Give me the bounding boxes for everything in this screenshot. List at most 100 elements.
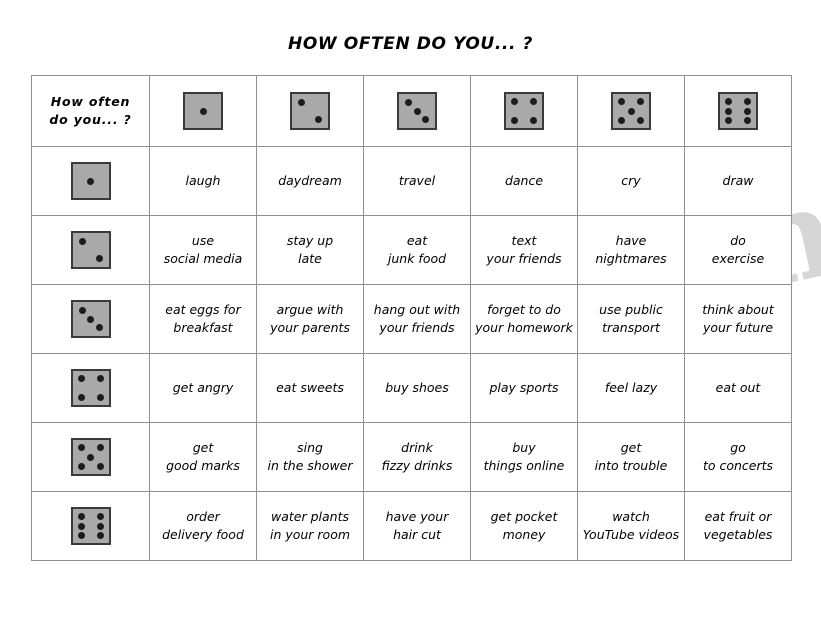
activity-cell: use public transport [577, 284, 685, 354]
activity-cell: argue with your parents [256, 284, 364, 354]
die-pip [96, 463, 104, 470]
die-pip [413, 107, 421, 115]
die-pip [96, 444, 104, 451]
activity-cell: use social media [149, 215, 257, 285]
die-pip [405, 99, 412, 106]
die-pip [298, 99, 305, 106]
die-pip [96, 522, 104, 530]
die-pip [199, 107, 207, 115]
row-die-3 [70, 300, 111, 338]
activity-cell: get good marks [149, 422, 257, 492]
table-row: eat eggs for breakfast argue with your pa… [31, 284, 792, 354]
activity-cell: stay up late [256, 215, 364, 285]
die-pip [78, 307, 86, 314]
die-pip [77, 522, 85, 530]
column-die-1 [183, 92, 223, 130]
activity-cell: sing in the shower [256, 422, 364, 492]
die-pip [530, 98, 537, 105]
activity-cell: play sports [470, 353, 578, 423]
activity-cell: feel lazy [577, 353, 685, 423]
activity-cell: buy shoes [363, 353, 471, 423]
die-pip [725, 98, 732, 105]
activity-cell: eat eggs for breakfast [149, 284, 257, 354]
table-row: get angry eat sweets buy shoes play sports f… [31, 353, 792, 423]
column-die-2 [290, 92, 330, 130]
die-pip [77, 394, 85, 401]
activity-cell: eat sweets [256, 353, 364, 423]
activity-cell: get angry [149, 353, 257, 423]
activity-cell: have your hair cut [363, 491, 471, 561]
die-pip [530, 117, 537, 124]
die-pip [422, 116, 429, 123]
activity-cell: eat out [684, 353, 792, 423]
row-header-die-cell-1 [31, 146, 150, 216]
die-pip [637, 117, 644, 124]
column-die-5 [611, 92, 651, 130]
activity-cell: eat fruit or vegetables [684, 491, 792, 561]
row-die-2 [70, 231, 111, 269]
activity-cell: text your friends [470, 215, 578, 285]
header-row: How often do you... ? [31, 75, 792, 147]
column-header-die-cell-4 [470, 75, 578, 147]
activity-cell: dance [470, 146, 578, 216]
die-pip [95, 324, 103, 331]
die-pip [511, 98, 518, 105]
activity-cell: cry [577, 146, 685, 216]
row-die-6 [70, 507, 111, 545]
die-pip [618, 98, 625, 105]
die-pip [511, 117, 518, 124]
die-pip [618, 117, 625, 124]
row-die-1 [70, 162, 111, 200]
die-pip [96, 532, 104, 539]
column-header-die-cell-5 [577, 75, 685, 147]
die-pip [77, 444, 85, 451]
die-pip [725, 107, 732, 115]
die-pip [77, 375, 85, 382]
die-pip [315, 116, 322, 123]
activity-cell: get pocket money [470, 491, 578, 561]
row-die-4 [70, 369, 111, 407]
activity-cell: forget to do your homework [470, 284, 578, 354]
table-row: use social media stay up late eat junk foo… [31, 215, 792, 285]
row-header-die-cell-2 [31, 215, 150, 285]
column-header-die-cell-3 [363, 75, 471, 147]
die-pip [78, 238, 86, 245]
die-pip [744, 98, 751, 105]
row-die-5 [70, 438, 111, 476]
die-pip [725, 117, 732, 124]
die-pip [95, 255, 103, 262]
activity-cell: hang out with your friends [363, 284, 471, 354]
column-die-4 [504, 92, 544, 130]
activity-cell: eat junk food [363, 215, 471, 285]
activity-cell: drink fizzy drinks [363, 422, 471, 492]
column-header-die-cell-1 [149, 75, 257, 147]
die-pip [744, 117, 751, 124]
die-pip [77, 463, 85, 470]
activity-cell: laugh [149, 146, 257, 216]
row-header-die-cell-4 [31, 353, 150, 423]
column-header-die-cell-2 [256, 75, 364, 147]
activity-cell: go to concerts [684, 422, 792, 492]
row-header-die-cell-6 [31, 491, 150, 561]
activity-cell: do exercise [684, 215, 792, 285]
activity-cell: buy things online [470, 422, 578, 492]
column-die-3 [397, 92, 437, 130]
column-die-6 [718, 92, 758, 130]
die-pip [77, 513, 85, 520]
die-pip [87, 177, 94, 185]
column-header-die-cell-6 [684, 75, 792, 147]
row-header-die-cell-5 [31, 422, 150, 492]
activity-cell: order delivery food [149, 491, 257, 561]
activity-cell: travel [363, 146, 471, 216]
die-pip [627, 107, 635, 115]
worksheet-table: How often do you... ? laugh daydream travel… [31, 75, 792, 561]
activity-cell: daydream [256, 146, 364, 216]
activity-cell: draw [684, 146, 792, 216]
die-pip [87, 453, 94, 461]
table-row: laugh daydream travel dance cry draw [31, 146, 792, 216]
page-title: HOW OFTEN DO YOU... ? [288, 34, 533, 54]
activity-cell: water plants in your room [256, 491, 364, 561]
dice-activity-grid: How often do you... ? laugh daydream travel… [31, 75, 792, 561]
row-header-die-cell-3 [31, 284, 150, 354]
die-pip [77, 532, 85, 539]
